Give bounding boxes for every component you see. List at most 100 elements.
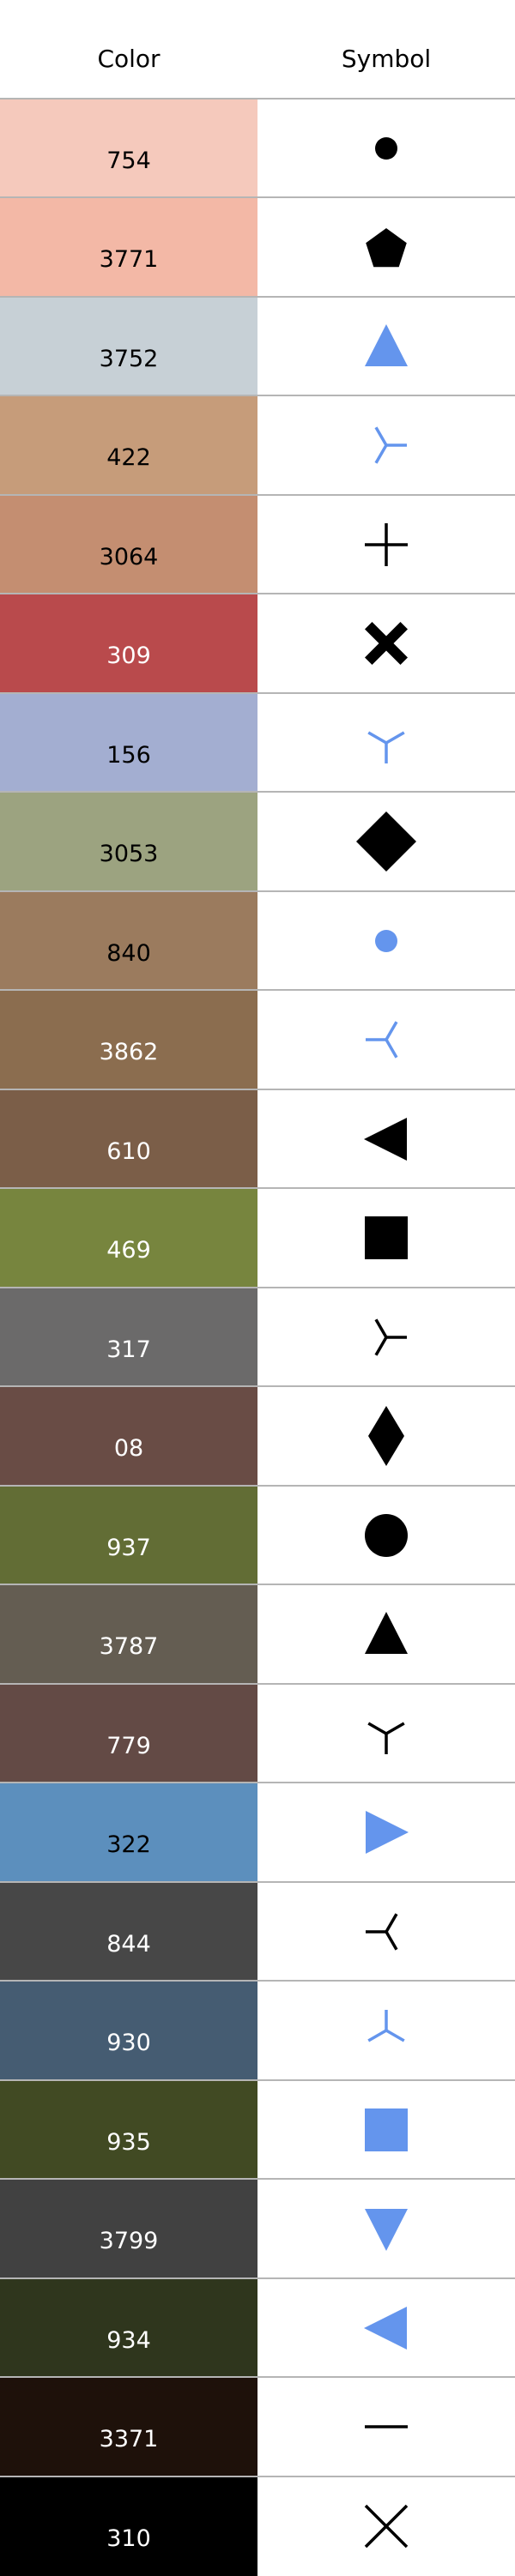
symbol-graphic [365,622,408,665]
symbol-cell [258,1982,515,2080]
color-code-label: 309 [106,642,151,669]
color-code-label: 3064 [99,543,159,570]
symbol-graphic [368,1406,404,1466]
color-swatch: 3799 [0,2180,258,2278]
table-row: 309 [0,594,515,693]
tri-up-icon [367,730,405,763]
diamond-icon [356,811,416,872]
symbol-graphic [365,1216,408,1259]
table-row: 08 [0,1387,515,1486]
table-row: 754 [0,99,515,198]
table-row: 3799 [0,2180,515,2278]
color-swatch: 610 [0,1089,258,1189]
color-code-label: 3862 [99,1039,159,1065]
table-row: 934 [0,2278,515,2378]
pentagon-icon [366,228,407,268]
x-filled-icon [365,622,408,665]
symbol-column-header: Symbol [341,45,432,73]
color-symbol-table: Color Symbol 754 3771 3752 422 3064 309 156 305… [0,0,515,2576]
color-code-label: 310 [106,2525,151,2552]
color-swatch: 3862 [0,991,258,1089]
symbol-cell [258,495,515,594]
triangle-down-icon [365,2209,408,2251]
color-swatch: 3771 [0,198,258,297]
symbol-cell [258,198,515,297]
color-swatch: 840 [0,891,258,991]
color-code-label: 3771 [99,246,159,273]
color-code-label: 937 [106,1534,151,1561]
symbol-cell [258,891,515,991]
color-swatch: 935 [0,2080,258,2180]
color-code-label: 3752 [99,345,159,372]
table-row: 156 [0,693,515,793]
table-row: 3064 [0,495,515,594]
color-code-label: 610 [106,1137,151,1165]
table-row: 840 [0,891,515,991]
symbol-graphic [364,2306,407,2350]
symbol-graphic [374,426,407,464]
color-swatch: 934 [0,2278,258,2378]
symbol-cell [258,1288,515,1387]
color-code-label: 317 [106,1336,151,1363]
color-code-label: 934 [106,2326,151,2354]
tri-left-icon [374,1318,407,1356]
symbol-cell [258,991,515,1089]
symbol-cell [258,1089,515,1189]
color-code-label: 156 [106,741,151,769]
table-header: Color Symbol [0,0,515,99]
table-row: 3771 [0,198,515,297]
color-column-header: Color [97,45,161,73]
tri-up-icon [367,1721,405,1754]
tri-right-icon [366,1912,398,1951]
x-icon [364,2504,409,2548]
symbol-cell [258,297,515,396]
symbol-graphic [367,730,405,763]
table-row: 937 [0,1486,515,1585]
symbol-graphic [356,811,416,872]
color-swatch: 3053 [0,793,258,891]
symbol-graphic [366,1021,398,1059]
symbol-graphic [375,929,397,952]
symbol-graphic [375,136,397,160]
color-swatch: 422 [0,396,258,495]
table-row: 3752 [0,297,515,396]
table-row: 844 [0,1882,515,1982]
symbol-graphic [365,1513,408,1557]
color-swatch: 156 [0,693,258,793]
symbol-graphic [365,2209,408,2251]
table-row: 3862 [0,991,515,1089]
color-code-label: 08 [113,1435,144,1462]
triangle-left-icon [364,2306,407,2350]
symbol-cell [258,2278,515,2378]
color-swatch: 754 [0,99,258,198]
color-swatch: 08 [0,1387,258,1486]
color-code-label: 754 [106,147,151,174]
symbol-cell [258,1486,515,1585]
symbol-cell [258,2476,515,2576]
symbol-graphic [374,1318,407,1356]
symbol-cell [258,99,515,198]
color-code-label: 3371 [99,2426,159,2452]
triangle-up-icon [365,323,408,366]
symbol-graphic [365,2425,408,2428]
table-row: 930 [0,1982,515,2080]
symbol-graphic [365,1612,408,1654]
color-swatch: 3064 [0,495,258,594]
table-row: 610 [0,1089,515,1189]
color-code-label: 469 [106,1237,151,1264]
color-swatch: 930 [0,1982,258,2080]
symbol-graphic [366,1912,398,1951]
tri-left-icon [374,426,407,464]
color-swatch: 322 [0,1783,258,1882]
table-row: 3053 [0,793,515,891]
thin-diamond-icon [368,1406,404,1466]
symbol-cell [258,693,515,793]
color-swatch: 469 [0,1189,258,1288]
color-code-label: 422 [106,444,151,471]
symbol-graphic [366,228,407,268]
symbol-cell [258,2180,515,2278]
symbol-cell [258,1387,515,1486]
color-swatch: 3371 [0,2378,258,2476]
tri-right-icon [366,1021,398,1059]
color-swatch: 779 [0,1684,258,1783]
